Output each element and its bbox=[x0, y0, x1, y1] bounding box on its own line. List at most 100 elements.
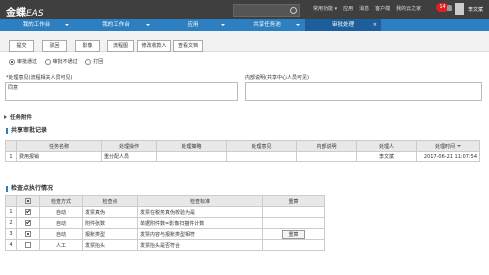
cell-mode: 自动 bbox=[39, 217, 83, 229]
reject-button[interactable]: 驳回 bbox=[42, 40, 67, 52]
opinion-textarea[interactable]: 同意 bbox=[5, 82, 238, 101]
cell-note bbox=[296, 151, 357, 162]
row-index: 1 bbox=[5, 151, 17, 162]
row-checkbox[interactable] bbox=[25, 230, 31, 237]
cell-standard: 发票在税务真伪校验为是 bbox=[137, 206, 263, 218]
col-opinion: 处理意见 bbox=[226, 140, 297, 152]
close-icon[interactable]: × bbox=[373, 19, 377, 31]
internal-note-value bbox=[246, 83, 481, 85]
col-task: 任务名称 bbox=[16, 140, 102, 152]
chevron-down-icon bbox=[65, 24, 69, 26]
username[interactable]: 李文斌 bbox=[468, 6, 483, 13]
tab-apps[interactable]: 应用 bbox=[157, 19, 229, 31]
cell-mode: 自动 bbox=[39, 228, 83, 240]
col-index bbox=[5, 140, 17, 152]
cell-opinion bbox=[226, 151, 297, 162]
top-link-messages[interactable]: 消息 bbox=[359, 6, 369, 12]
radio-icon[interactable] bbox=[44, 58, 51, 65]
image-button[interactable]: 影像 bbox=[75, 40, 100, 52]
tab-shared-pool[interactable]: 共享任务池 bbox=[230, 19, 304, 31]
cell-strategy bbox=[156, 151, 227, 162]
cell-select bbox=[16, 206, 40, 218]
row-index: 1 bbox=[5, 206, 17, 218]
recalc-button[interactable]: 重算 bbox=[282, 229, 305, 239]
cell-recalc bbox=[262, 239, 325, 251]
bell-icon[interactable] bbox=[447, 5, 452, 11]
table-row[interactable]: 3 自动 报账类型 发票内容与报账类型相符 重算 bbox=[5, 228, 325, 240]
cell-task: 费用报销 bbox=[16, 151, 102, 162]
opinion-value: 同意 bbox=[8, 85, 19, 91]
col-op: 处理操作 bbox=[101, 140, 157, 152]
top-link-cloudhome[interactable]: 我的云之家 bbox=[396, 6, 421, 12]
table-row[interactable]: 1 自动 发票真伪 发票在税务真伪校验为是 bbox=[5, 206, 325, 218]
tab-workbench-2[interactable]: 我的工作台 bbox=[78, 19, 154, 31]
table-row[interactable]: 2 自动 附件张数 单据附件数=影像扫描件计数 bbox=[5, 217, 325, 229]
cell-select bbox=[16, 217, 40, 229]
row-checkbox[interactable] bbox=[25, 219, 31, 226]
chevron-down-icon bbox=[221, 24, 225, 26]
col-index bbox=[5, 195, 17, 207]
col-person: 处理人 bbox=[356, 140, 417, 152]
row-checkbox[interactable] bbox=[25, 208, 31, 215]
cell-point: 报账类型 bbox=[82, 228, 138, 240]
app-logo: 金蝶EAS bbox=[6, 8, 44, 19]
top-bar: 金蝶EAS 常用功能 ▾ 应用 消息 客户端 我的云之家 14 李文斌 bbox=[0, 0, 489, 19]
col-time[interactable]: 处理时间 bbox=[416, 140, 480, 152]
option-disapprove[interactable]: 审批不通过 bbox=[44, 58, 78, 65]
select-all-checkbox[interactable] bbox=[25, 197, 31, 204]
col-recalc: 重算 bbox=[262, 195, 325, 207]
view-doc-button[interactable]: 查看文档 bbox=[173, 40, 203, 52]
change-payee-button[interactable]: 修改收款人 bbox=[137, 40, 171, 52]
option-approve[interactable]: 审批通过 bbox=[9, 58, 37, 65]
records-header-row: 任务名称 处理操作 处理策略 处理意见 内部说明 处理人 处理时间 bbox=[5, 140, 480, 152]
row-checkbox[interactable] bbox=[25, 241, 31, 248]
cell-recalc bbox=[262, 206, 325, 218]
cell-standard: 单据附件数=影像扫描件计数 bbox=[137, 217, 263, 229]
internal-note-textarea[interactable] bbox=[245, 82, 482, 101]
radio-icon[interactable] bbox=[85, 58, 92, 65]
chevron-down-icon bbox=[296, 24, 300, 26]
top-link-common[interactable]: 常用功能 ▾ bbox=[313, 6, 337, 12]
row-index: 2 bbox=[5, 217, 17, 229]
top-link-client[interactable]: 客户端 bbox=[375, 6, 390, 12]
col-point: 检查点 bbox=[82, 195, 138, 207]
cell-standard: 发票内容与报账类型相符 bbox=[137, 228, 263, 240]
internal-note-label: 内部说明(共享中心人员可见) bbox=[245, 75, 309, 81]
cell-point: 附件张数 bbox=[82, 217, 138, 229]
opinion-label: *处理意见(流程相关人员可见) bbox=[6, 75, 73, 81]
cell-recalc bbox=[262, 217, 325, 229]
table-row[interactable]: 1 费用报销 重分配人员 李文斌 2017-06-21 11:07:54 bbox=[5, 151, 480, 162]
col-standard: 检查标准 bbox=[137, 195, 263, 207]
tab-workbench-1[interactable]: 我的工作台 bbox=[0, 19, 73, 31]
cell-point: 发票抬头 bbox=[82, 239, 138, 251]
col-note: 内部说明 bbox=[296, 140, 357, 152]
sort-icon[interactable] bbox=[457, 145, 461, 147]
tab-approval[interactable]: 审批处理 × bbox=[305, 19, 381, 31]
section-marker bbox=[6, 127, 8, 134]
chevron-down-icon bbox=[146, 24, 150, 26]
search-input[interactable] bbox=[233, 4, 300, 17]
records-table: 任务名称 处理操作 处理策略 处理意见 内部说明 处理人 处理时间 1 费用报销… bbox=[5, 140, 480, 162]
radio-checked-icon[interactable] bbox=[9, 58, 15, 65]
flowchart-button[interactable]: 流程图 bbox=[107, 40, 134, 52]
row-index: 4 bbox=[5, 239, 17, 251]
cell-mode: 自动 bbox=[39, 206, 83, 218]
cell-point: 发票真伪 bbox=[82, 206, 138, 218]
cell-mode: 人工 bbox=[39, 239, 83, 251]
cell-select bbox=[16, 228, 40, 240]
option-return[interactable]: 打回 bbox=[85, 58, 103, 65]
cell-standard: 发票抬头是否符合 bbox=[137, 239, 263, 251]
row-index: 3 bbox=[5, 228, 17, 240]
top-link-apps[interactable]: 应用 bbox=[343, 6, 353, 12]
submit-button[interactable]: 提交 bbox=[9, 40, 34, 52]
attachments-section[interactable]: 任务附件 bbox=[4, 113, 32, 121]
decision-group: 审批通过 审批不通过 打回 bbox=[9, 58, 109, 65]
tab-bar: 我的工作台 我的工作台 应用 共享任务池 审批处理 × bbox=[0, 19, 489, 31]
avatar[interactable] bbox=[455, 3, 464, 15]
cell-person: 李文斌 bbox=[356, 151, 417, 162]
cell-select bbox=[16, 239, 40, 251]
col-mode: 检查方式 bbox=[39, 195, 83, 207]
search-icon[interactable] bbox=[290, 7, 297, 14]
cell-recalc: 重算 bbox=[262, 228, 325, 240]
table-row[interactable]: 4 人工 发票抬头 发票抬头是否符合 bbox=[5, 239, 325, 251]
